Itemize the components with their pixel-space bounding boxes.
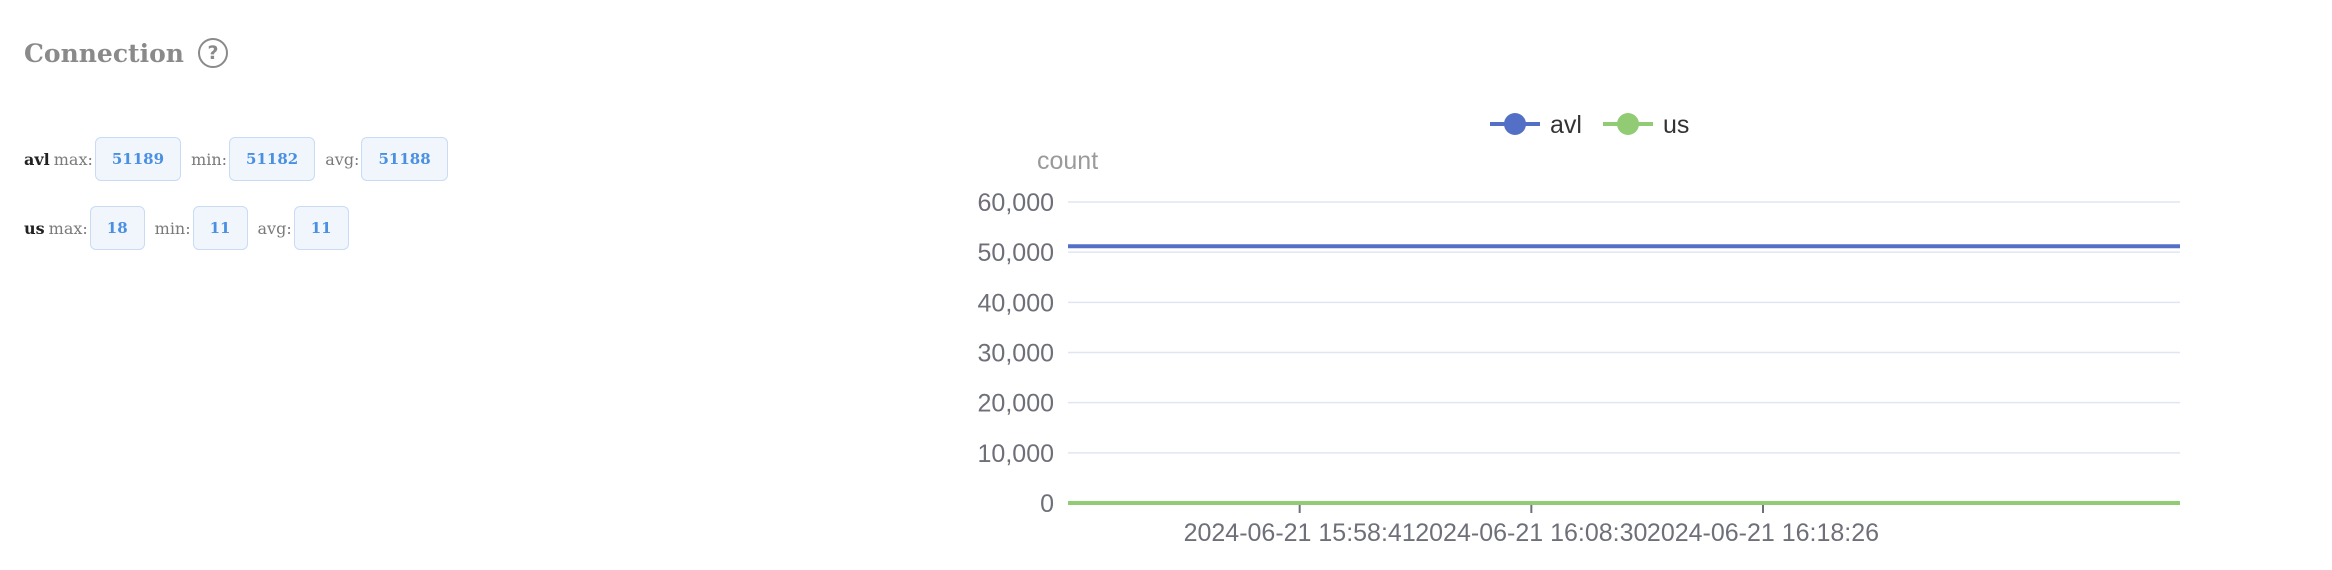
y-tick-label: 60,000	[978, 189, 1054, 217]
y-tick-label: 40,000	[978, 289, 1054, 317]
y-tick-label: 0	[1040, 490, 1054, 518]
x-tick-label: 2024-06-21 15:58:41	[1184, 519, 1416, 547]
y-tick-label: 10,000	[978, 440, 1054, 468]
x-tick-label: 2024-06-21 16:08:30	[1415, 519, 1647, 547]
y-axis-label: count	[1037, 147, 1098, 175]
x-tick-label: 2024-06-21 16:18:26	[1647, 519, 1879, 547]
line-chart: 0 10,000 20,000 30,000 40,000 50,000 60,000 cou…	[978, 111, 2180, 547]
legend-label-avl: avl	[1550, 111, 1582, 139]
y-tick-label: 20,000	[978, 390, 1054, 418]
y-tick-label: 30,000	[978, 340, 1054, 368]
y-tick-label: 50,000	[978, 239, 1054, 267]
legend-label-us: us	[1663, 111, 1689, 139]
legend-marker-avl	[1504, 113, 1526, 135]
legend-marker-us	[1617, 113, 1639, 135]
